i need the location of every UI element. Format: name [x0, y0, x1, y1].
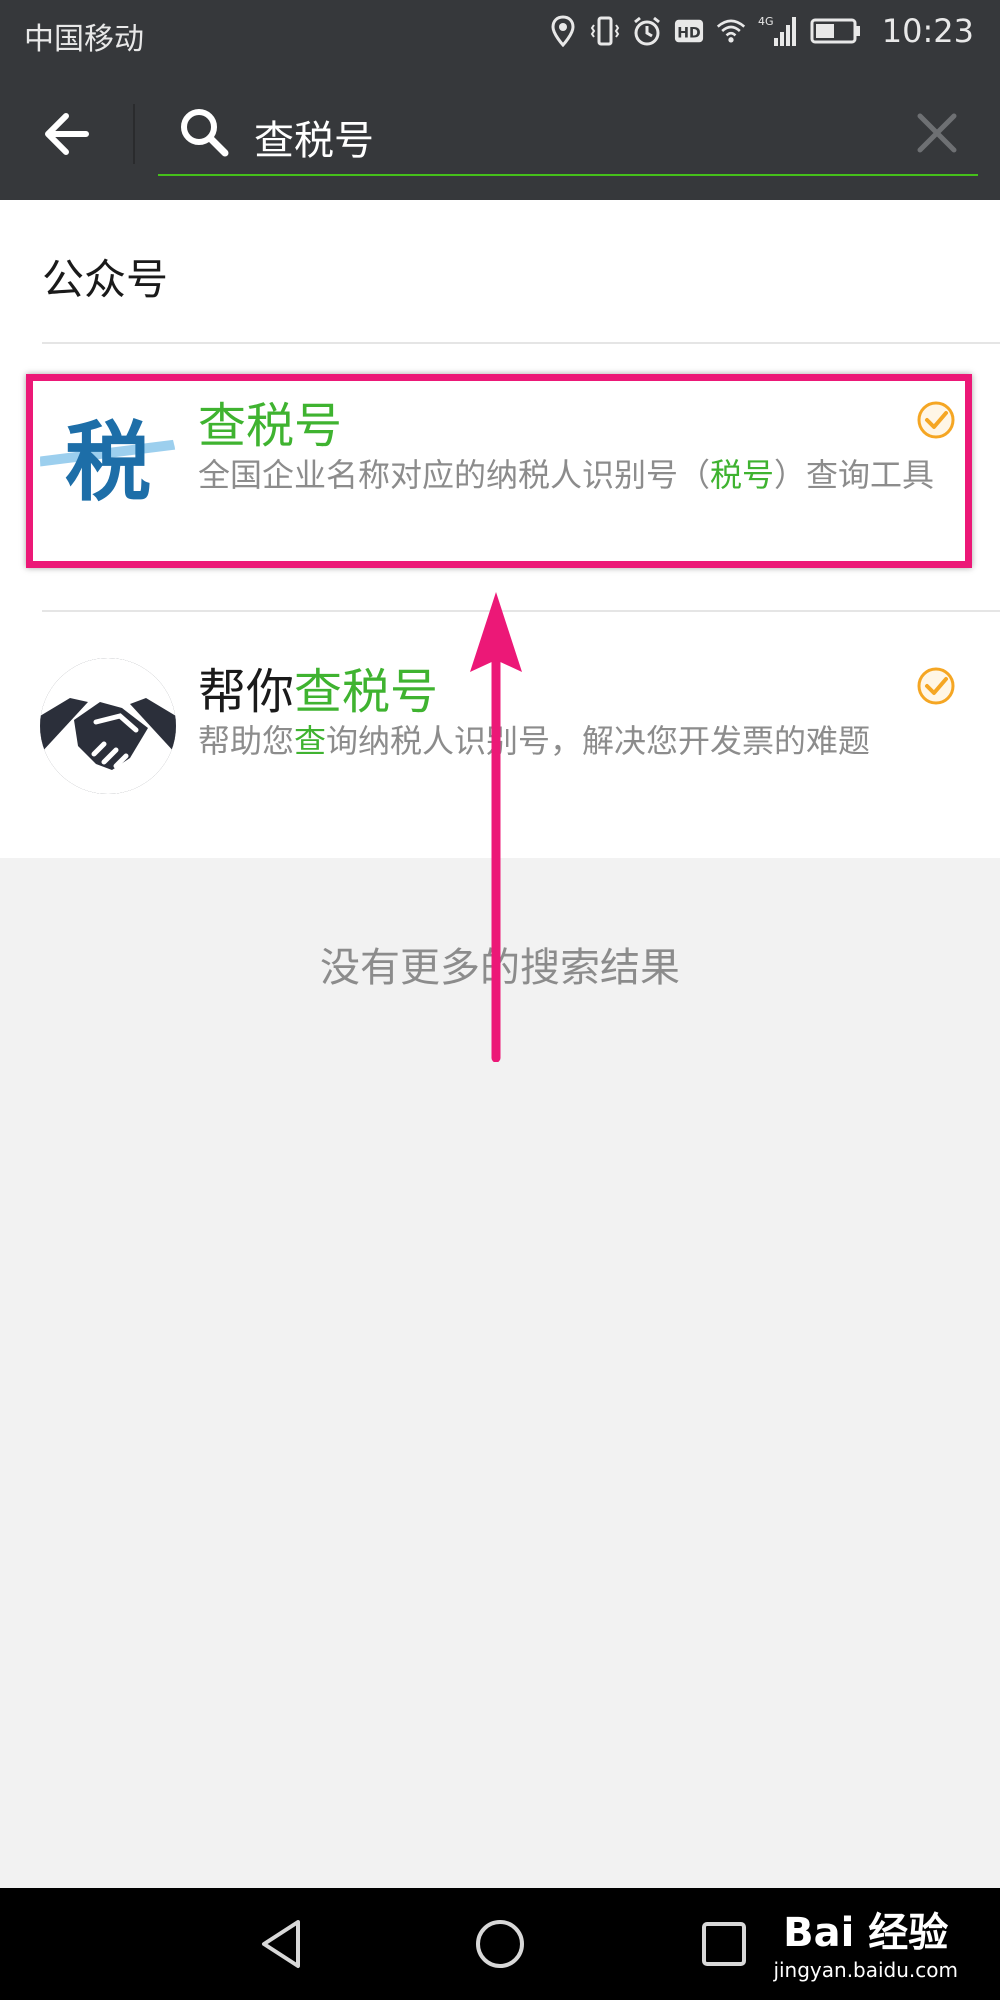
account-name: 帮你查税号 — [198, 664, 439, 720]
section-divider — [42, 342, 1000, 344]
signal-icon: 4G — [758, 14, 798, 48]
clear-icon[interactable] — [916, 112, 958, 154]
section-title: 公众号 — [42, 255, 169, 304]
avatar-handshake — [40, 658, 176, 794]
wifi-icon — [716, 14, 746, 48]
back-button[interactable] — [38, 104, 98, 164]
vibrate-icon — [590, 14, 620, 48]
annotation-arrow-icon — [470, 592, 522, 1062]
account-description: 帮助您查询纳税人识别号，解决您开发票的难题 — [198, 722, 871, 760]
carrier-label: 中国移动 — [24, 22, 144, 57]
nav-home-icon[interactable] — [470, 1916, 530, 1972]
baidu-watermark: Bai 经验 jingyan.baidu.com — [773, 1900, 958, 1982]
annotation-highlight-box — [26, 374, 972, 568]
watermark-sub: jingyan.baidu.com — [773, 1958, 958, 1982]
search-input[interactable]: 查税号 — [158, 88, 978, 176]
search-query: 查税号 — [254, 118, 374, 164]
verified-icon — [917, 667, 955, 705]
handshake-icon — [40, 658, 176, 794]
nav-back-icon[interactable] — [252, 1916, 312, 1972]
clock: 10:23 — [881, 12, 974, 50]
network-label: 4G — [758, 15, 774, 28]
search-icon — [181, 109, 229, 157]
header-divider — [133, 104, 135, 164]
hd-icon: HD — [674, 14, 704, 48]
status-bar: 中国移动 HD 4G 10:23 — [0, 0, 1000, 66]
watermark-main: Bai 经验 — [783, 1910, 949, 1956]
nav-recents-icon[interactable] — [694, 1916, 754, 1972]
hd-label: HD — [677, 26, 700, 42]
location-icon — [548, 14, 578, 48]
system-nav-bar: Bai 经验 jingyan.baidu.com — [0, 1888, 1000, 2000]
back-arrow-icon — [45, 113, 89, 155]
search-header: 查税号 — [0, 66, 1000, 200]
alarm-icon — [632, 14, 662, 48]
battery-icon — [810, 14, 862, 48]
status-icons: HD 4G 10:23 — [548, 12, 974, 50]
